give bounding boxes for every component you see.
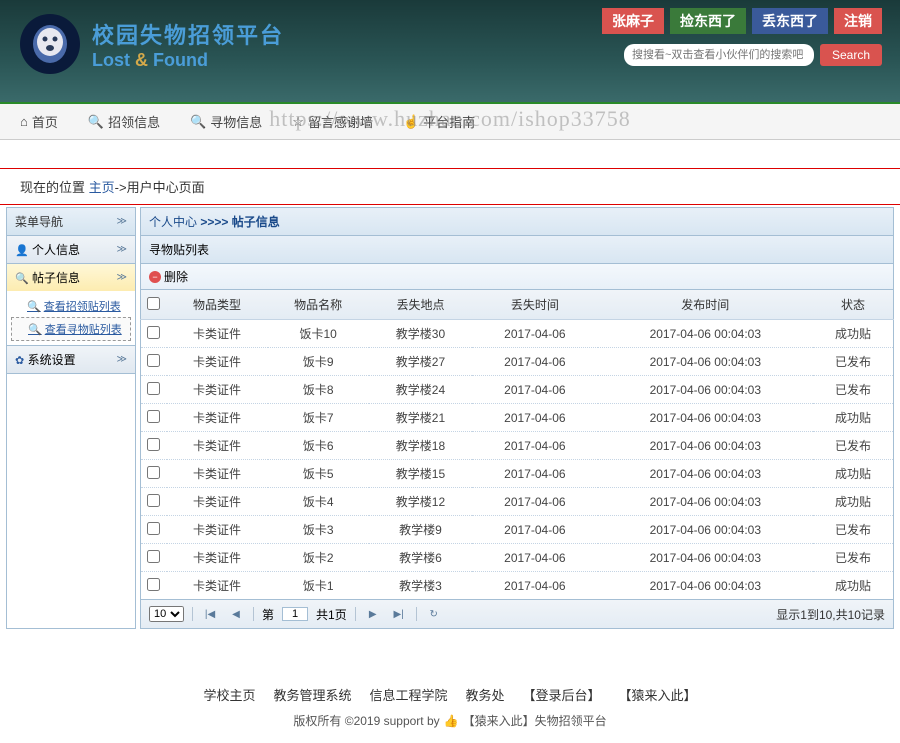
hand-icon: ☝	[403, 114, 419, 130]
row-checkbox[interactable]	[147, 326, 160, 339]
logo-icon	[20, 14, 80, 74]
copyright: 版权所有 ©2019 support by 👍【猿来入此】失物招领平台	[14, 712, 886, 729]
nav-wall[interactable]: ☆留言感谢墙	[292, 112, 373, 131]
sidebar-link-claim[interactable]: 🔍查看招领贴列表	[7, 295, 135, 317]
row-checkbox[interactable]	[147, 550, 160, 563]
sidebar-posts[interactable]: 🔍 帖子信息≫	[7, 264, 135, 291]
table-row[interactable]: 卡类证件饭卡9教学楼272017-04-062017-04-06 00:04:0…	[141, 348, 894, 376]
nav-claim[interactable]: 🔍招领信息	[88, 112, 160, 131]
logout-button[interactable]: 注销	[834, 8, 882, 34]
column-header: 物品名称	[268, 290, 369, 320]
expand-icon: ≫	[117, 244, 127, 255]
sidebar-personal[interactable]: 👤 个人信息≫	[7, 236, 135, 263]
expand-icon: ≫	[117, 272, 127, 283]
search-input[interactable]	[624, 44, 814, 66]
row-checkbox[interactable]	[147, 410, 160, 423]
found-button[interactable]: 捡东西了	[670, 8, 746, 34]
delete-button[interactable]: −删除	[149, 268, 188, 285]
row-checkbox[interactable]	[147, 354, 160, 367]
search-icon: 🔍	[88, 114, 104, 130]
data-table: 物品类型物品名称丢失地点丢失时间发布时间状态 卡类证件饭卡10教学楼302017…	[140, 290, 894, 600]
home-icon: ⌂	[20, 114, 28, 129]
gear-icon: ✿	[15, 355, 24, 367]
search-icon: 🔍	[190, 114, 206, 130]
table-row[interactable]: 卡类证件饭卡7教学楼212017-04-062017-04-06 00:04:0…	[141, 404, 894, 432]
user-icon: 👤	[15, 245, 29, 257]
column-header: 丢失时间	[472, 290, 597, 320]
table-row[interactable]: 卡类证件饭卡10教学楼302017-04-062017-04-06 00:04:…	[141, 320, 894, 348]
page-size-select[interactable]: 10	[149, 606, 184, 622]
footer-link[interactable]: 教务管理系统	[273, 685, 351, 704]
expand-icon: ≫	[117, 354, 127, 365]
table-row[interactable]: 卡类证件饭卡3教学楼92017-04-062017-04-06 00:04:03…	[141, 516, 894, 544]
collapse-icon[interactable]: ≫	[117, 216, 127, 227]
breadcrumb-home[interactable]: 主页	[89, 180, 115, 195]
lost-button[interactable]: 丢东西了	[752, 8, 828, 34]
refresh-button[interactable]: ↻	[425, 605, 443, 623]
search-icon: 🔍	[27, 300, 41, 313]
footer-link[interactable]: 学校主页	[203, 685, 255, 704]
page-input[interactable]	[282, 607, 308, 621]
row-checkbox[interactable]	[147, 466, 160, 479]
hand-icon: 👍	[444, 714, 459, 728]
column-header: 丢失地点	[369, 290, 473, 320]
prev-page-button[interactable]: ◀	[227, 605, 245, 623]
pager-info: 显示1到10,共10记录	[776, 606, 885, 623]
column-header: 发布时间	[598, 290, 814, 320]
table-row[interactable]: 卡类证件饭卡5教学楼152017-04-062017-04-06 00:04:0…	[141, 460, 894, 488]
delete-icon: −	[149, 271, 161, 283]
breadcrumb: 现在的位置 主页->用户中心页面	[0, 169, 900, 205]
nav-lost[interactable]: 🔍寻物信息	[190, 112, 262, 131]
nav-home[interactable]: ⌂首页	[20, 112, 58, 131]
table-row[interactable]: 卡类证件饭卡6教学楼182017-04-062017-04-06 00:04:0…	[141, 432, 894, 460]
row-checkbox[interactable]	[147, 522, 160, 535]
user-button[interactable]: 张麻子	[602, 8, 664, 34]
table-row[interactable]: 卡类证件饭卡4教学楼122017-04-062017-04-06 00:04:0…	[141, 488, 894, 516]
search-icon: 🔍	[28, 323, 42, 336]
search-button[interactable]: Search	[820, 44, 882, 66]
content-breadcrumb: 个人中心 >>>> 帖子信息	[140, 207, 894, 236]
panel-title: 寻物贴列表	[140, 236, 894, 264]
table-row[interactable]: 卡类证件饭卡1教学楼32017-04-062017-04-06 00:04:03…	[141, 572, 894, 600]
row-checkbox[interactable]	[147, 578, 160, 591]
select-all-checkbox[interactable]	[147, 297, 160, 310]
footer-link[interactable]: 【登录后台】	[523, 685, 601, 704]
table-row[interactable]: 卡类证件饭卡2教学楼62017-04-062017-04-06 00:04:03…	[141, 544, 894, 572]
sidebar-link-lost[interactable]: 🔍查看寻物贴列表	[11, 317, 131, 341]
sidebar-header: 菜单导航≫	[7, 208, 135, 236]
first-page-button[interactable]: |◀	[201, 605, 219, 623]
footer-link[interactable]: 教务处	[466, 685, 505, 704]
search-icon: 🔍	[15, 273, 29, 285]
footer-link[interactable]: 【猿来入此】	[619, 685, 697, 704]
star-icon: ☆	[292, 114, 304, 130]
row-checkbox[interactable]	[147, 438, 160, 451]
last-page-button[interactable]: ▶|	[390, 605, 408, 623]
footer-link[interactable]: 信息工程学院	[369, 685, 447, 704]
column-header: 物品类型	[167, 290, 268, 320]
sidebar-settings[interactable]: ✿ 系统设置≫	[7, 346, 135, 373]
row-checkbox[interactable]	[147, 382, 160, 395]
next-page-button[interactable]: ▶	[364, 605, 382, 623]
logo-title-cn: 校园失物招领平台	[92, 18, 284, 50]
nav-guide[interactable]: ☝平台指南	[403, 112, 475, 131]
row-checkbox[interactable]	[147, 494, 160, 507]
column-header: 状态	[813, 290, 893, 320]
logo-title-en: Lost & Found	[92, 50, 284, 71]
table-row[interactable]: 卡类证件饭卡8教学楼242017-04-062017-04-06 00:04:0…	[141, 376, 894, 404]
